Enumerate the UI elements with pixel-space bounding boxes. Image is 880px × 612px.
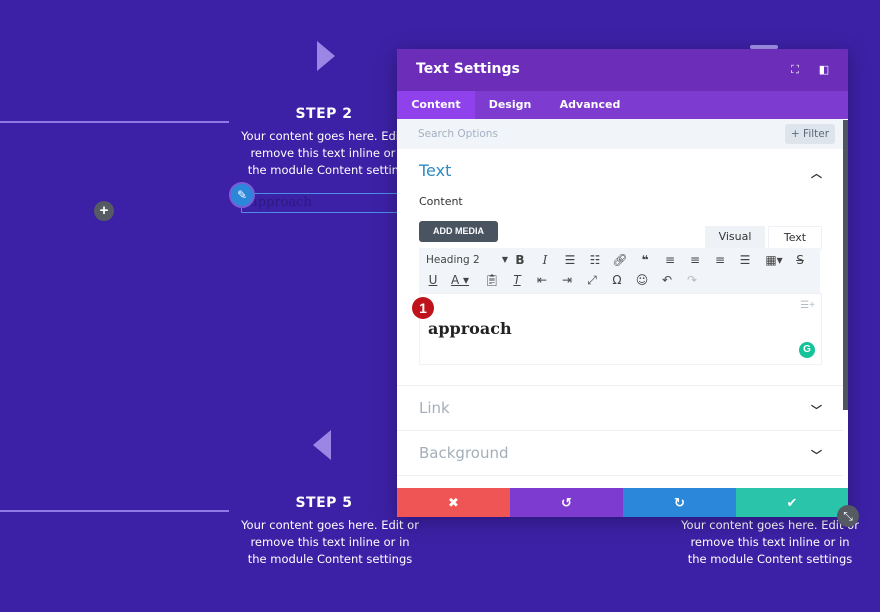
- save-button[interactable]: ✔: [736, 488, 848, 517]
- format-select-value: Heading 2: [426, 254, 480, 266]
- paste-text-icon[interactable]: 📋︎: [483, 271, 501, 289]
- inline-edit-text: approach: [250, 195, 312, 210]
- redo-button[interactable]: ↻: [623, 488, 736, 517]
- resize-handle-icon[interactable]: ⤡: [837, 505, 859, 527]
- visual-tab[interactable]: Visual: [705, 226, 765, 248]
- add-media-button[interactable]: ADD MEDIA: [419, 221, 498, 242]
- background-section-title[interactable]: Background: [419, 444, 509, 462]
- caret-down-icon: ▼: [501, 255, 508, 264]
- undo-button[interactable]: ↺: [510, 488, 623, 517]
- bold-icon[interactable]: B: [511, 251, 529, 269]
- modal-header: Text Settings ⛶ ◧: [397, 49, 848, 91]
- align-center-icon[interactable]: ≡: [686, 251, 704, 269]
- chevron-down-icon[interactable]: ﹀: [811, 402, 822, 418]
- tab-design[interactable]: Design: [475, 91, 545, 119]
- editor-toolbar: Heading 2 ▼ B I ☰ ☷ 🔗︎ ❝ ≡ ≡ ≡ ☰ ▦▾ S U …: [419, 248, 820, 293]
- edit-pencil-button[interactable]: ✎: [229, 182, 255, 208]
- add-module-button[interactable]: +: [94, 201, 114, 221]
- blockquote-icon[interactable]: ❝: [636, 251, 654, 269]
- search-bar: Search Options + Filter: [397, 119, 843, 149]
- split-view-icon[interactable]: ◧: [816, 62, 832, 78]
- italic-icon[interactable]: I: [536, 251, 554, 269]
- bullet-list-icon[interactable]: ☰: [561, 251, 579, 269]
- arrow-left-icon: [313, 430, 331, 460]
- tab-advanced[interactable]: Advanced: [550, 91, 630, 119]
- text-settings-modal: Text Settings ⛶ ◧ Content Design Advance…: [397, 49, 848, 517]
- undo-icon[interactable]: ↶: [658, 271, 676, 289]
- arrow-right-icon: [317, 41, 335, 71]
- section-divider: [397, 430, 843, 431]
- table-icon[interactable]: ▦▾: [762, 251, 786, 269]
- align-right-icon[interactable]: ≡: [711, 251, 729, 269]
- clear-formatting-icon[interactable]: T: [508, 271, 526, 289]
- step-2-body: Your content goes here. Edit or remove t…: [241, 129, 419, 177]
- underline-icon[interactable]: U: [424, 271, 442, 289]
- text-tab[interactable]: Text: [768, 226, 822, 250]
- editor-content[interactable]: approach: [428, 319, 512, 338]
- divider-line-bottom: [0, 510, 229, 512]
- text-color-icon[interactable]: A ▾: [447, 271, 473, 289]
- step-2-title: STEP 2: [295, 106, 353, 122]
- numbered-list-icon[interactable]: ☷: [586, 251, 604, 269]
- redo-icon[interactable]: ↷: [683, 271, 701, 289]
- search-input[interactable]: Search Options: [418, 128, 498, 140]
- step-5-title: STEP 5: [295, 495, 353, 511]
- justify-icon[interactable]: ☰: [736, 251, 754, 269]
- tab-bar: Content Design Advanced: [397, 91, 848, 119]
- divider-line-top: [0, 121, 229, 123]
- chevron-down-icon[interactable]: ﹀: [811, 447, 822, 463]
- cancel-button[interactable]: ✖: [397, 488, 510, 517]
- align-left-icon[interactable]: ≡: [661, 251, 679, 269]
- link-icon[interactable]: 🔗︎: [611, 251, 629, 269]
- strikethrough-icon[interactable]: S: [791, 251, 809, 269]
- dynamic-content-icon[interactable]: ☰+: [800, 300, 815, 311]
- special-character-icon[interactable]: Ω: [608, 271, 626, 289]
- grammarly-icon[interactable]: G: [799, 342, 815, 358]
- scrollbar[interactable]: [843, 120, 848, 410]
- step-number-badge: 1: [412, 297, 434, 319]
- chevron-up-icon[interactable]: ︿: [811, 165, 822, 181]
- editor-area[interactable]: 1 approach ☰+ G: [412, 293, 822, 365]
- tab-content[interactable]: Content: [397, 91, 475, 119]
- content-label: Content: [419, 195, 463, 208]
- link-section-title[interactable]: Link: [419, 399, 450, 417]
- section-divider: [397, 385, 843, 386]
- fullscreen-icon[interactable]: ⛶: [787, 62, 803, 78]
- fullscreen-editor-icon[interactable]: ⤢: [583, 271, 601, 289]
- outdent-icon[interactable]: ⇤: [533, 271, 551, 289]
- emoji-icon[interactable]: ☺: [633, 271, 651, 289]
- filter-button[interactable]: + Filter: [785, 124, 835, 144]
- text-section-title[interactable]: Text: [419, 161, 451, 180]
- modal-title: Text Settings: [416, 61, 520, 77]
- step-5-body: Your content goes here. Edit or remove t…: [241, 518, 419, 566]
- indent-icon[interactable]: ⇥: [558, 271, 576, 289]
- format-select[interactable]: Heading 2 ▼: [426, 252, 508, 268]
- modal-footer: ✖ ↺ ↻ ✔: [397, 488, 848, 517]
- section-divider: [397, 475, 843, 476]
- step-6-body: Your content goes here. Edit or remove t…: [681, 518, 859, 566]
